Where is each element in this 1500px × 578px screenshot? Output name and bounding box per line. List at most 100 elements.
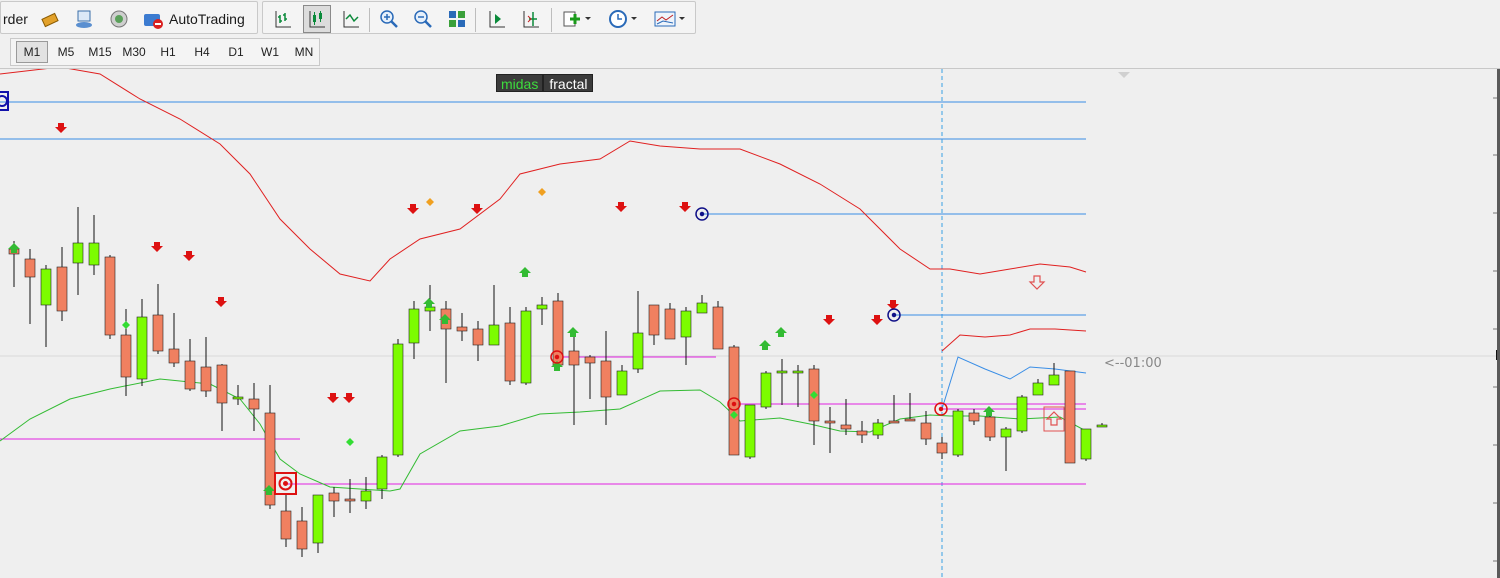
standard-toolbar-group: rder AutoTrading: [0, 1, 258, 34]
autotrading-icon[interactable]: [139, 5, 167, 33]
bear-candle: [712, 306, 724, 350]
fractal-down-arrow: [55, 123, 67, 133]
bull-candle: [872, 422, 884, 436]
bear-candle: [56, 266, 68, 312]
bear-candle: [248, 398, 260, 410]
zoom-out-icon[interactable]: [409, 5, 437, 33]
bull-candle: [136, 316, 148, 380]
bull-candle: [40, 268, 52, 306]
target-circle-blue-boxed: [0, 91, 9, 111]
bear-candle: [152, 314, 164, 352]
main-toolbar: rder AutoTrading: [0, 0, 1500, 36]
bear-candle: [24, 258, 36, 278]
autotrading-label[interactable]: AutoTrading: [169, 11, 245, 27]
fractal-up-arrow: [775, 327, 787, 337]
chart-shift-icon[interactable]: [517, 5, 545, 33]
bull-candle: [1080, 428, 1092, 460]
fractal-tag[interactable]: fractal: [543, 74, 594, 92]
bull-candle: [408, 308, 420, 344]
indicators-icon[interactable]: [559, 5, 595, 33]
fractal-down-arrow: [183, 251, 195, 261]
bear-candle: [104, 256, 116, 336]
bear-candle: [280, 510, 292, 540]
bull-candle: [616, 370, 628, 396]
bear-candle: [168, 348, 180, 364]
tile-windows-icon[interactable]: [443, 5, 471, 33]
bear-candle: [664, 308, 676, 340]
timeframe-m5[interactable]: M5: [50, 41, 82, 63]
signals-icon[interactable]: [105, 5, 133, 33]
timeframe-d1[interactable]: D1: [220, 41, 252, 63]
history-icon[interactable]: [37, 5, 65, 33]
bull-candle: [792, 370, 804, 374]
timeframe-h1[interactable]: H1: [152, 41, 184, 63]
bull-candle: [232, 396, 244, 400]
hollow-up-arrow-icon: [1043, 406, 1065, 432]
midas-tag[interactable]: midas: [496, 74, 544, 92]
chart-canvas[interactable]: [0, 69, 1500, 578]
templates-icon[interactable]: [651, 5, 689, 33]
bull-candle: [72, 242, 84, 264]
timeframe-h4[interactable]: H4: [186, 41, 218, 63]
bull-candle: [520, 310, 532, 384]
auto-scroll-icon[interactable]: [483, 5, 511, 33]
bear-candle: [600, 360, 612, 398]
line-chart-icon[interactable]: [337, 5, 365, 33]
fractal-up-arrow: [567, 327, 579, 337]
bar-chart-icon[interactable]: [269, 5, 297, 33]
bear-candle: [904, 418, 916, 422]
bull-candle: [536, 304, 548, 310]
fractal-down-arrow: [215, 297, 227, 307]
zoom-in-icon[interactable]: [375, 5, 403, 33]
timeframe-group: M1 M5 M15 M30 H1 H4 D1 W1 MN: [10, 38, 320, 66]
bear-candle: [568, 350, 580, 366]
bear-candle: [344, 498, 356, 502]
bear-candle: [216, 364, 228, 404]
fractal-down-arrow: [823, 315, 835, 325]
new-order-label[interactable]: rder: [3, 11, 28, 27]
toolbar-separator: [475, 8, 476, 32]
scroll-marker-icon: [1118, 72, 1130, 78]
timeframe-mn[interactable]: MN: [288, 41, 320, 63]
bull-candle: [760, 372, 772, 408]
timeframe-m1[interactable]: M1: [16, 41, 48, 63]
bull-candle: [952, 410, 964, 456]
fractal-up-arrow: [423, 298, 435, 308]
fractal-down-arrow: [327, 393, 339, 403]
bear-candle: [328, 492, 340, 502]
bear-candle: [888, 420, 900, 424]
fractal-down-arrow: [407, 204, 419, 214]
fractal-up-arrow: [759, 340, 771, 350]
indicator-tag[interactable]: midas fractal: [496, 74, 594, 92]
timeframe-m15[interactable]: M15: [84, 41, 116, 63]
bull-candle: [488, 324, 500, 346]
timeframe-m30[interactable]: M30: [118, 41, 150, 63]
fractal-down-arrow: [871, 315, 883, 325]
signal-diamond: [346, 438, 354, 446]
bull-candle: [1096, 424, 1108, 428]
signal-diamond: [538, 188, 546, 196]
fractal-down-arrow: [615, 202, 627, 212]
bear-candle: [456, 326, 468, 332]
bear-candle: [1064, 370, 1076, 464]
price-chart[interactable]: midas fractal <--01:00: [0, 69, 1500, 578]
periods-icon[interactable]: [605, 5, 641, 33]
bear-candle: [472, 328, 484, 346]
bull-candle: [1000, 428, 1012, 438]
bull-candle: [680, 310, 692, 338]
timeframe-w1[interactable]: W1: [254, 41, 286, 63]
bear-candle: [968, 412, 980, 422]
bear-candle: [856, 430, 868, 436]
bar-countdown: <--01:00: [1104, 356, 1162, 371]
bear-candle: [648, 304, 660, 336]
bull-candle: [632, 332, 644, 370]
fractal-down-arrow: [343, 393, 355, 403]
bear-candle: [504, 322, 516, 382]
bear-candle: [984, 416, 996, 438]
bear-candle: [936, 442, 948, 454]
bear-candle: [728, 346, 740, 456]
candlestick-icon[interactable]: [303, 5, 331, 33]
bear-candle: [920, 422, 932, 440]
bull-candle: [360, 490, 372, 502]
market-watch-icon[interactable]: [71, 5, 99, 33]
